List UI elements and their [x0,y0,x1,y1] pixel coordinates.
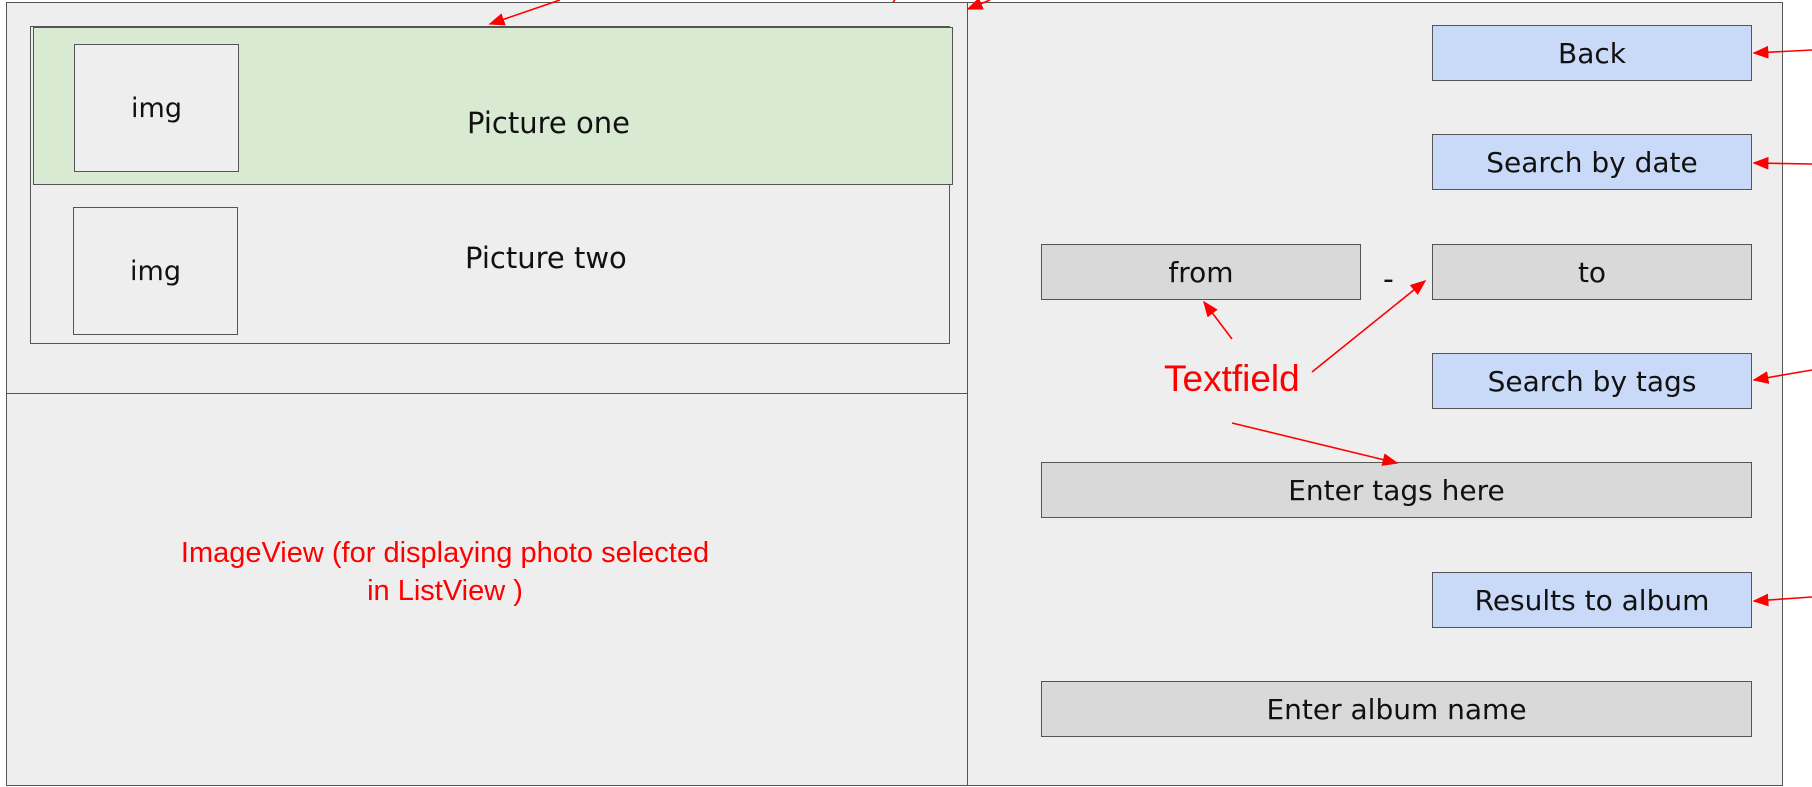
arrow-to-search-date [1752,156,1812,170]
arrow-to-vdivider [966,0,991,10]
arrow-to-listview [488,0,561,26]
arrow-to-tags [1231,422,1399,466]
arrow-to-from [1203,300,1233,340]
arrow-to-results [1752,593,1812,607]
arrow-to-search-tags [1752,369,1812,384]
annotation-arrows [488,0,1812,607]
arrow-to-back [1752,45,1812,59]
arrow-to-to [1311,279,1427,373]
arrow-to-divider [892,0,896,3]
